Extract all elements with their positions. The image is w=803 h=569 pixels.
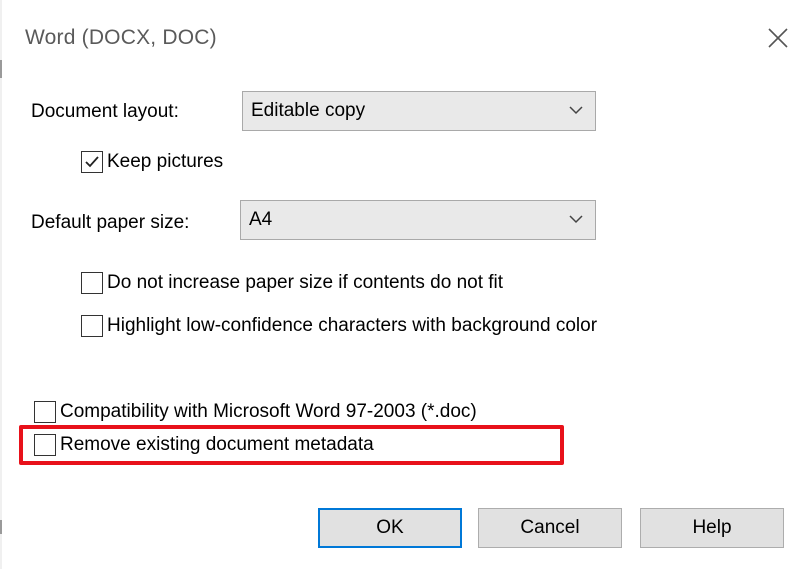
remove-metadata-label: Remove existing document metadata <box>60 434 374 455</box>
word-97-compatibility-label: Compatibility with Microsoft Word 97-200… <box>60 401 477 422</box>
checkbox-box[interactable] <box>34 434 56 456</box>
document-layout-label: Document layout: <box>31 101 179 122</box>
help-button[interactable]: Help <box>640 508 784 548</box>
ok-button[interactable]: OK <box>318 508 462 548</box>
checkbox-box[interactable] <box>81 151 103 173</box>
no-increase-paper-checkbox[interactable]: Do not increase paper size if contents d… <box>81 272 503 294</box>
cancel-button[interactable]: Cancel <box>478 508 622 548</box>
paper-size-label: Default paper size: <box>31 212 190 233</box>
checkbox-box[interactable] <box>34 401 56 423</box>
close-icon <box>768 28 788 48</box>
highlight-low-confidence-checkbox[interactable]: Highlight low-confidence characters with… <box>81 315 597 337</box>
window-edge <box>0 0 2 569</box>
no-increase-paper-label: Do not increase paper size if contents d… <box>107 272 504 293</box>
highlight-low-confidence-label: Highlight low-confidence characters with… <box>107 315 598 336</box>
checkbox-box[interactable] <box>81 315 103 337</box>
keep-pictures-label: Keep pictures <box>107 151 224 172</box>
checkbox-box[interactable] <box>81 272 103 294</box>
dialog-title: Word (DOCX, DOC) <box>25 26 217 49</box>
word-97-compatibility-checkbox[interactable]: Compatibility with Microsoft Word 97-200… <box>34 401 477 423</box>
document-layout-select[interactable]: Editable copy <box>242 91 596 131</box>
keep-pictures-checkbox[interactable]: Keep pictures <box>81 151 223 173</box>
paper-size-value: A4 <box>249 209 273 230</box>
chevron-down-icon <box>569 215 583 224</box>
chevron-down-icon <box>569 106 583 115</box>
word-export-dialog: Word (DOCX, DOC) Document layout: Editab… <box>0 0 803 569</box>
document-layout-value: Editable copy <box>251 100 366 121</box>
paper-size-select[interactable]: A4 <box>240 200 596 240</box>
close-button[interactable] <box>764 24 792 52</box>
remove-metadata-checkbox[interactable]: Remove existing document metadata <box>34 434 374 456</box>
checkmark-icon <box>85 156 99 168</box>
